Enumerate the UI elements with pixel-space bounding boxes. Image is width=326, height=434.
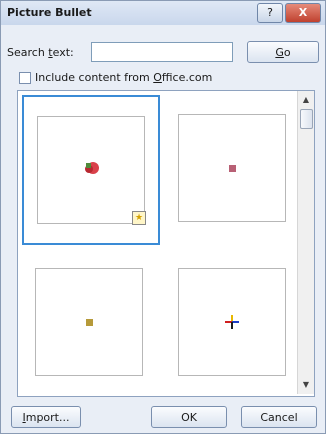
thumbnail: ★ [37, 116, 146, 225]
gallery-item-gold-square[interactable] [22, 249, 160, 396]
close-icon: X [298, 6, 308, 19]
gold-square-bullet-icon [86, 319, 93, 326]
scrollbar-thumb[interactable] [300, 109, 313, 129]
thumbnail [178, 114, 286, 222]
scroll-down-icon[interactable]: ▼ [298, 378, 314, 392]
help-icon: ? [267, 6, 273, 19]
ok-button[interactable]: OK [151, 406, 227, 428]
pink-square-bullet-icon [229, 165, 236, 172]
scroll-up-icon[interactable]: ▲ [298, 93, 314, 107]
dialog-title: Picture Bullet [7, 6, 92, 19]
red-flower-bullet-icon [85, 162, 99, 174]
star-badge-icon: ★ [132, 211, 146, 225]
title-bar: Picture Bullet ? X [1, 1, 325, 25]
gallery-item-colored-cross[interactable] [165, 249, 303, 396]
thumbnail [35, 268, 143, 376]
cancel-button[interactable]: Cancel [241, 406, 317, 428]
search-input[interactable] [91, 42, 233, 62]
include-office-checkbox[interactable] [19, 72, 31, 84]
thumbnail [178, 268, 286, 376]
gallery-scrollbar[interactable]: ▲ ▼ [297, 91, 314, 394]
picture-gallery: ★ ▲ ▼ [17, 90, 315, 397]
include-office-label: Include content from Office.com [35, 71, 213, 84]
search-text-label: Search text: [7, 46, 74, 59]
gallery-item-pink-square[interactable] [165, 95, 303, 245]
picture-bullet-dialog: Picture Bullet ? X Search text: Go Inclu… [0, 0, 326, 434]
gallery-item-red-flower[interactable]: ★ [22, 95, 160, 245]
colored-cross-bullet-icon [225, 315, 239, 329]
import-button[interactable]: Import... [11, 406, 81, 428]
help-button[interactable]: ? [257, 3, 283, 23]
close-button[interactable]: X [285, 3, 321, 23]
go-button[interactable]: Go [247, 41, 319, 63]
